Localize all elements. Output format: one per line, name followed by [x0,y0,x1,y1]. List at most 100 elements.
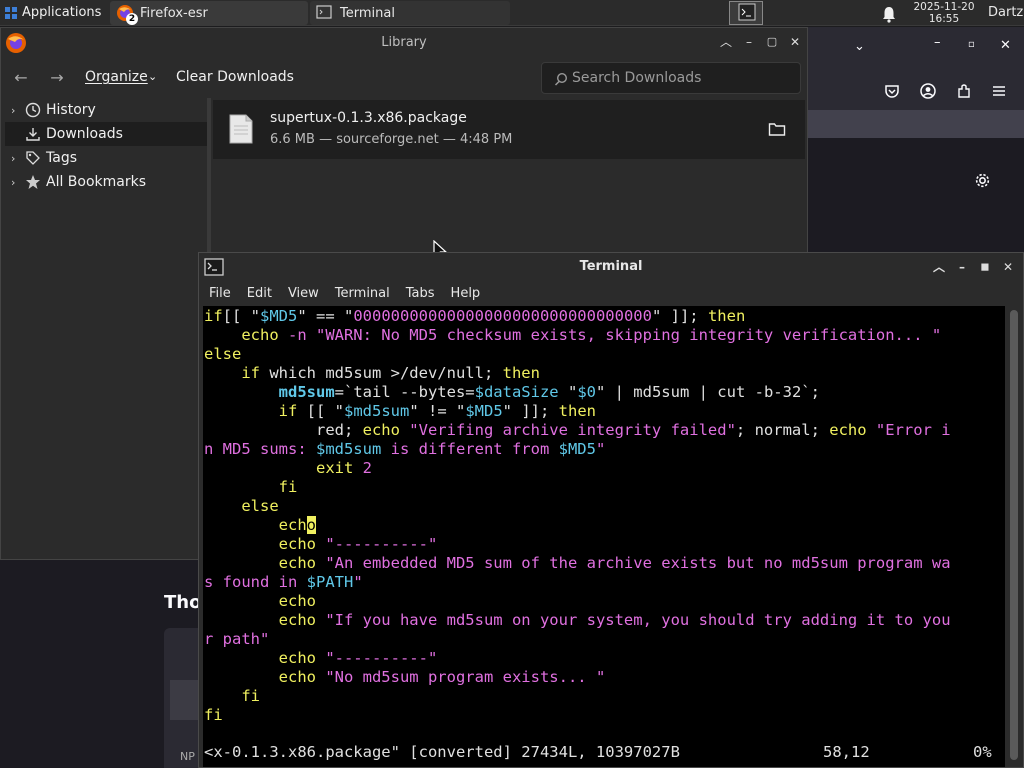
download-details: 6.6 MB — sourceforge.net — 4:48 PM [270,132,513,147]
clock-time: 16:55 [928,13,960,25]
user-menu[interactable]: Dartz [988,5,1023,20]
download-icon [26,128,40,141]
terminal-title: Terminal [579,259,643,274]
expand-chevron-icon[interactable]: › [11,152,25,165]
code-line: r path" [204,630,270,648]
scrollbar-thumb[interactable] [1010,310,1018,760]
terminal-icon [316,4,334,22]
menu-edit[interactable]: Edit [247,286,272,301]
taskbar-firefox[interactable]: 2 Firefox-esr [110,1,308,25]
code-line: fi [204,706,223,724]
open-folder-icon[interactable] [768,121,786,137]
code-line: s found in $PATH" [204,573,363,591]
sidebar-item-downloads[interactable]: Downloads [5,122,207,146]
code-line: fi [278,478,298,496]
sidebar-item-all-bookmarks[interactable]: › All Bookmarks [5,170,207,194]
code-line: fi [241,687,260,705]
library-close-icon[interactable]: ✕ [788,35,802,49]
settings-gear-icon[interactable] [974,172,991,189]
firefox-content-strip [808,110,1024,138]
sidebar-item-label: Downloads [46,126,123,142]
terminal-maximize-icon[interactable]: ◼ [978,260,992,274]
menu-terminal[interactable]: Terminal [335,286,390,301]
firefox-logo-icon [6,33,26,53]
terminal-window: Terminal ︿ – ◼ ✕ File Edit View Terminal… [198,252,1024,768]
star-icon [26,175,40,189]
terminal-close-icon[interactable]: ✕ [1001,260,1015,274]
code-line: echo "----------" [278,535,438,553]
app-menu-icon[interactable] [992,84,1006,98]
tag-icon [26,151,40,165]
vi-status-file: <x-0.1.3.x86.package" [converted] 27434L… [204,743,680,761]
applications-menu[interactable]: Applications ⋮ [0,0,122,26]
ff-minimize-icon[interactable]: – [934,35,941,50]
sidebar-item-label: History [46,102,96,118]
vi-status-position: 58,12 [823,743,870,761]
library-minimize-icon[interactable]: – [742,35,756,49]
code-line: else [204,345,242,363]
sidebar-item-history[interactable]: › History [5,98,207,122]
back-arrow-icon[interactable]: ← [11,68,31,88]
top-panel: Applications ⋮ 2 Firefox-esr Terminal 20… [0,0,1024,26]
expand-chevron-icon[interactable]: › [11,176,25,189]
terminal-shade-icon[interactable]: ︿ [932,260,946,274]
text-cursor: o [306,516,316,534]
account-icon[interactable] [920,83,936,99]
sidebar-item-label: Tags [46,150,77,166]
notification-bell-icon[interactable] [880,5,898,23]
sidebar-item-tags[interactable]: › Tags [5,146,207,170]
terminal-menubar: File Edit View Terminal Tabs Help [199,281,1023,305]
menu-file[interactable]: File [209,286,231,301]
code-line: echo -n "WARN: No MD5 checksum exists, s… [241,326,942,344]
code-line: echo "----------" [278,649,438,667]
clock-icon [25,102,41,118]
code-line: echo "An embedded MD5 sum of the archive… [278,554,951,572]
terminal-launcher-icon[interactable] [729,1,763,25]
story-card-image [170,680,200,720]
search-downloads-box[interactable] [541,62,801,94]
library-title: Library [381,35,427,50]
search-icon [554,72,568,86]
sidebar-item-label: All Bookmarks [46,174,147,190]
firefox-icon: 2 [116,4,138,25]
forward-arrow-icon[interactable]: → [47,68,67,88]
clear-downloads-button[interactable]: Clear Downloads [176,69,294,85]
library-maximize-icon[interactable]: ▢ [765,35,779,49]
terminal-icon [204,258,224,276]
code-line: if [[ "$md5sum" != "$MD5" ]]; then [278,402,596,420]
menu-view[interactable]: View [288,286,319,301]
terminal-titlebar[interactable]: Terminal ︿ – ◼ ✕ [199,253,1023,281]
ff-close-icon[interactable]: ✕ [1000,38,1011,53]
terminal-scrollbar[interactable] [1007,306,1021,767]
code-line: exit 2 [315,459,372,477]
code-line: echo [278,516,316,534]
pocket-icon[interactable] [884,83,900,99]
ff-maximize-icon[interactable]: ▫ [968,39,975,50]
download-item[interactable]: supertux-0.1.3.x86.package 6.6 MB — sour… [213,100,805,159]
terminal-minimize-icon[interactable]: – [955,260,969,274]
code-line: red; echo "Verifing archive integrity fa… [204,421,951,439]
vi-status-percent: 0% [973,743,992,761]
library-toolbar: ← → Organize ⌄ Clear Downloads [1,58,807,98]
menu-tabs[interactable]: Tabs [406,286,435,301]
library-sidebar: › History Downloads › Tags › All Bookmar… [5,98,207,558]
code-line: echo "No md5sum program exists... " [278,668,606,686]
taskbar-terminal[interactable]: Terminal [310,1,510,25]
panel-clock[interactable]: 2025-11-20 16:55 [906,1,982,25]
applications-menu-icon [5,6,17,19]
code-line: if which md5sum >/dev/null; then [241,364,540,382]
library-shade-icon[interactable]: ︿ [719,35,733,49]
expand-chevron-icon[interactable]: › [11,104,25,117]
tab-list-chevron-icon[interactable]: ⌄ [854,39,865,54]
organize-menu-button[interactable]: Organize [85,69,148,85]
terminal-text-area[interactable]: if[[ "$MD5" == "000000000000000000000000… [203,306,1005,767]
menu-help[interactable]: Help [451,286,481,301]
code-line: else [241,497,279,515]
library-titlebar[interactable]: Library ︿ – ▢ ✕ [1,28,807,58]
applications-label: Applications [22,5,102,20]
taskbar-terminal-label: Terminal [340,5,395,21]
extensions-icon[interactable] [956,83,972,99]
search-downloads-input[interactable] [572,68,792,88]
code-line: echo [278,592,316,610]
chevron-down-icon: ⌄ [148,70,158,83]
